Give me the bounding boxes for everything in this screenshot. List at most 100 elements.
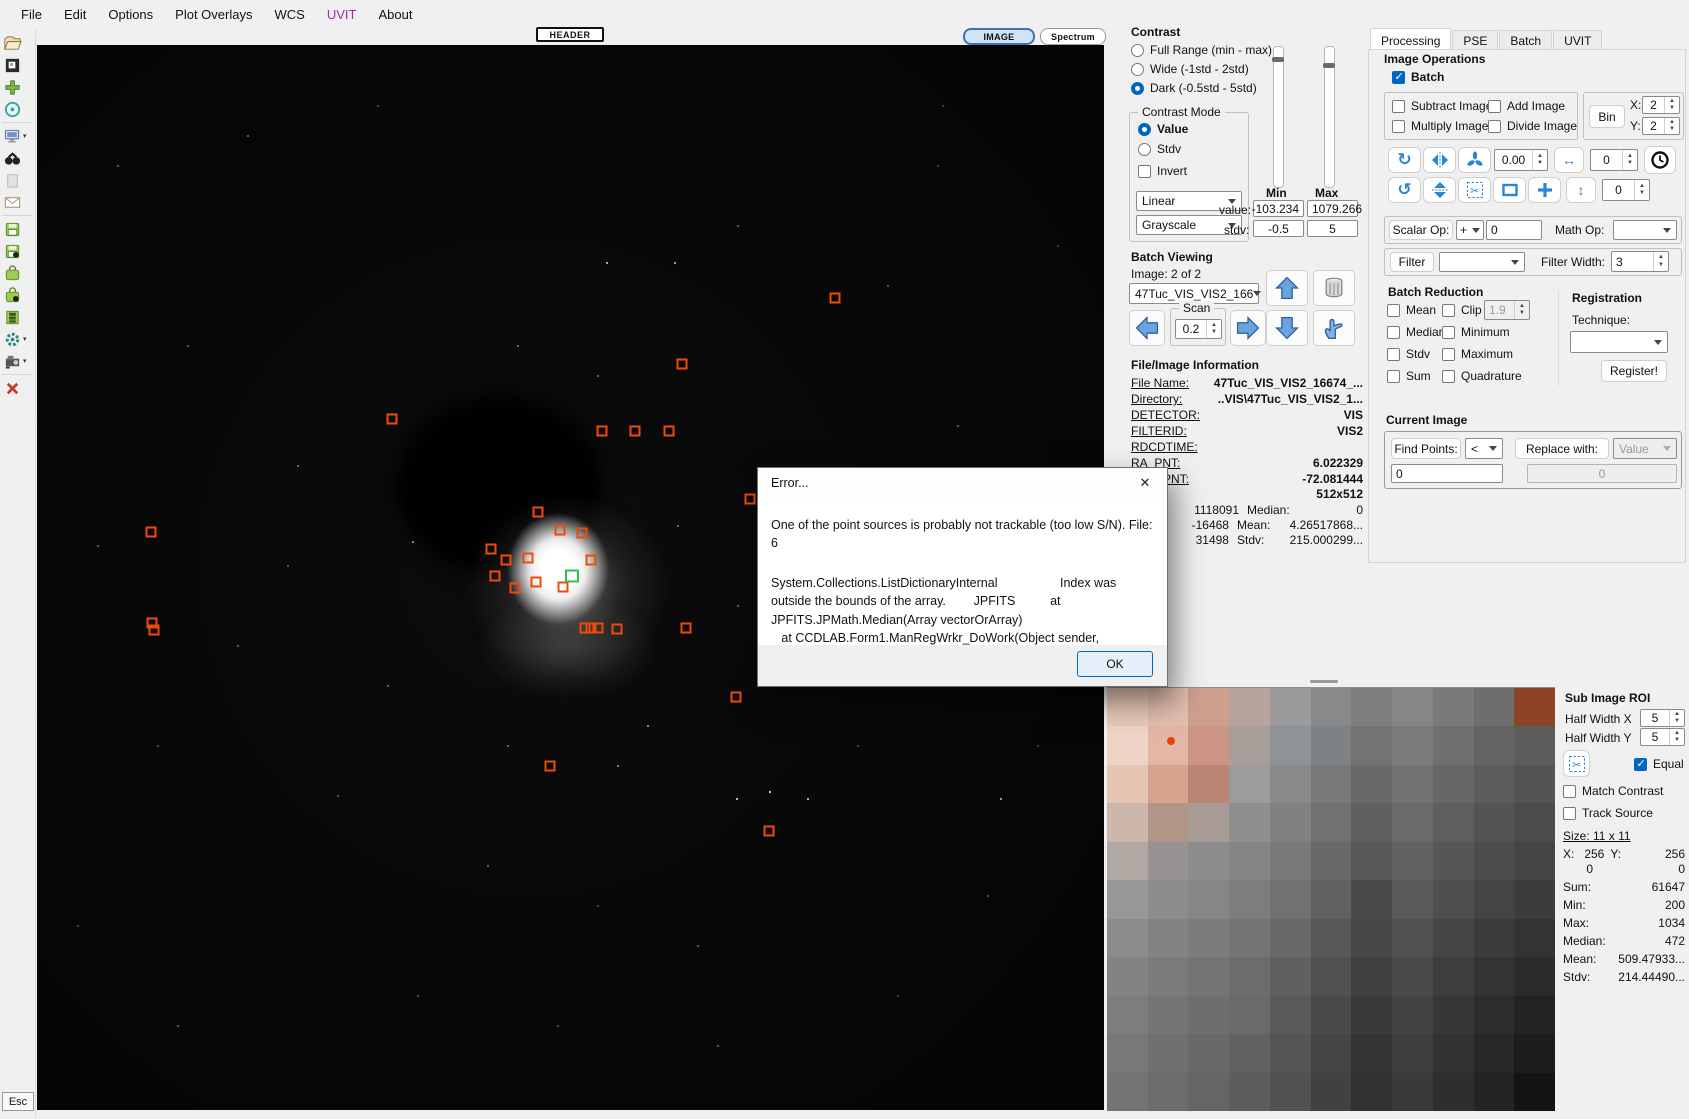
delete-x-icon[interactable] [0, 377, 34, 399]
close-icon[interactable]: ✕ [1127, 471, 1163, 495]
image-down-button[interactable] [1266, 310, 1308, 346]
menu-options[interactable]: Options [97, 3, 164, 26]
rotate-cw-button[interactable]: ↻ [1388, 147, 1421, 173]
rotate-angle-stepper[interactable]: 0.00 [1494, 149, 1548, 171]
image-window-icon[interactable] [0, 54, 34, 76]
replace-with-button[interactable]: Replace with: [1515, 438, 1609, 459]
disc-clock-icon[interactable] [0, 98, 34, 120]
save-bag-icon[interactable] [0, 262, 34, 284]
flip-horizontal-button[interactable] [1423, 147, 1456, 173]
add-image-checkbox[interactable]: Add Image [1488, 99, 1565, 113]
menu-edit[interactable]: Edit [53, 3, 97, 26]
gear-icon[interactable]: ▾ [0, 328, 34, 350]
track-source-checkbox[interactable]: Track Source [1563, 806, 1653, 820]
shift-y-arrows-button[interactable]: ↕ [1566, 177, 1596, 203]
value-min-field[interactable]: -103.234 [1253, 200, 1304, 217]
save-floppy-icon[interactable] [0, 218, 34, 240]
open-envelope-icon[interactable] [0, 191, 34, 213]
comparator-select[interactable]: < [1465, 438, 1503, 459]
maximum-checkbox[interactable]: Maximum [1442, 347, 1513, 361]
radio-full-range[interactable]: Full Range (min - max) [1131, 43, 1272, 57]
menu-plot-overlays[interactable]: Plot Overlays [164, 3, 263, 26]
radio-value[interactable]: Value [1138, 122, 1188, 136]
stdv-checkbox[interactable]: Stdv [1387, 347, 1430, 361]
add-plus-icon[interactable] [0, 76, 34, 98]
equal-checkbox[interactable]: Equal [1634, 757, 1684, 771]
scalar-op-sign-select[interactable]: + [1456, 220, 1484, 240]
error-dialog-titlebar[interactable]: Error... ✕ [758, 468, 1167, 498]
pixel-cell [1270, 957, 1311, 995]
shift-x-arrows-button[interactable]: ↔ [1554, 147, 1584, 173]
max-contrast-slider[interactable] [1324, 46, 1335, 188]
file-info-row: Directory:..VIS\47Tuc_VIS_VIS2_1... [1131, 392, 1363, 406]
min-contrast-slider[interactable] [1273, 46, 1284, 188]
filter-width-stepper[interactable]: 3 [1611, 251, 1669, 272]
radio-wide[interactable]: Wide (-1std - 2std) [1131, 62, 1249, 76]
half-width-y-stepper[interactable]: 5 [1640, 728, 1685, 746]
film-strip-icon[interactable] [0, 306, 34, 328]
scalar-op-value-field[interactable]: 0 [1486, 220, 1542, 240]
bin-x-stepper[interactable]: 2 [1642, 96, 1680, 114]
next-image-button[interactable] [1230, 310, 1266, 346]
sub-image-pixel-view[interactable] [1107, 687, 1555, 1111]
multiply-image-checkbox[interactable]: Multiply Image [1392, 119, 1488, 133]
image-up-button[interactable] [1266, 270, 1308, 306]
menu-wcs[interactable]: WCS [263, 3, 315, 26]
menu-about[interactable]: About [367, 3, 423, 26]
minimum-checkbox[interactable]: Minimum [1442, 325, 1510, 339]
scalar-op-button[interactable]: Scalar Op: [1389, 220, 1453, 240]
subtract-image-checkbox[interactable]: Subtract Image [1392, 99, 1492, 113]
shift-x-stepper[interactable]: 0 [1590, 149, 1638, 171]
rotate-ccw-button[interactable]: ↺ [1388, 177, 1421, 203]
ok-button[interactable]: OK [1077, 651, 1153, 677]
sum-checkbox[interactable]: Sum [1387, 369, 1431, 383]
tab-spectrum[interactable]: Spectrum [1040, 28, 1106, 45]
previous-image-button[interactable] [1129, 310, 1165, 346]
median-checkbox[interactable]: Median [1387, 325, 1445, 339]
hand-pan-button[interactable] [1313, 310, 1355, 346]
stdv-min-field[interactable]: -0.5 [1253, 220, 1304, 237]
bin-button[interactable]: Bin [1589, 105, 1625, 128]
find-binoculars-icon[interactable] [0, 147, 34, 169]
delete-image-button[interactable] [1313, 270, 1355, 306]
radio-dark[interactable]: Dark (-0.5std - 5std) [1131, 81, 1257, 95]
header-button[interactable]: HEADER [536, 27, 604, 42]
tab-image[interactable]: IMAGE [963, 28, 1035, 45]
shift-y-stepper[interactable]: 0 [1602, 179, 1650, 201]
find-value-field[interactable]: 0 [1391, 464, 1503, 483]
stdv-max-field[interactable]: 5 [1307, 220, 1358, 237]
timer-clock-button[interactable] [1644, 146, 1676, 174]
register-button[interactable]: Register! [1601, 360, 1667, 382]
half-width-x-stepper[interactable]: 5 [1640, 709, 1685, 727]
technique-select[interactable] [1570, 331, 1668, 353]
filter-button[interactable]: Filter [1390, 252, 1434, 272]
scan-stepper[interactable]: 0.2 [1175, 319, 1222, 339]
find-points-button[interactable]: Find Points: [1391, 438, 1461, 459]
menu-uvit[interactable]: UVIT [316, 3, 368, 26]
filter-select[interactable] [1439, 252, 1525, 272]
invert-checkbox[interactable]: Invert [1138, 164, 1187, 178]
camera-machine-icon[interactable]: ▾ [0, 350, 34, 372]
save-bag-as-icon[interactable] [0, 284, 34, 306]
value-max-field[interactable]: 1079.266 [1307, 200, 1358, 217]
display-monitor-icon[interactable]: ▾ [0, 125, 34, 147]
math-op-select[interactable] [1613, 220, 1677, 240]
roi-crop-button[interactable]: ✂ [1563, 750, 1590, 777]
save-as-floppy-icon[interactable] [0, 240, 34, 262]
rotate-angle-button[interactable] [1458, 147, 1491, 173]
crosshair-button[interactable] [1528, 177, 1561, 203]
menu-file[interactable]: File [10, 3, 53, 26]
batch-checkbox[interactable]: Batch [1392, 70, 1444, 84]
divide-image-checkbox[interactable]: Divide Image [1488, 119, 1577, 133]
crop-button[interactable]: ✂ [1458, 177, 1491, 203]
match-contrast-checkbox[interactable]: Match Contrast [1563, 784, 1663, 798]
open-folder-icon[interactable] [0, 32, 34, 54]
radio-stdv[interactable]: Stdv [1138, 142, 1181, 156]
quadrature-checkbox[interactable]: Quadrature [1442, 369, 1522, 383]
splitter-handle[interactable] [1310, 680, 1338, 683]
mean-checkbox[interactable]: Mean [1387, 303, 1436, 317]
bin-y-stepper[interactable]: 2 [1642, 117, 1680, 135]
clip-checkbox[interactable]: Clip [1442, 303, 1482, 317]
flip-vertical-button[interactable] [1423, 177, 1456, 203]
rectangle-select-button[interactable] [1493, 177, 1526, 203]
